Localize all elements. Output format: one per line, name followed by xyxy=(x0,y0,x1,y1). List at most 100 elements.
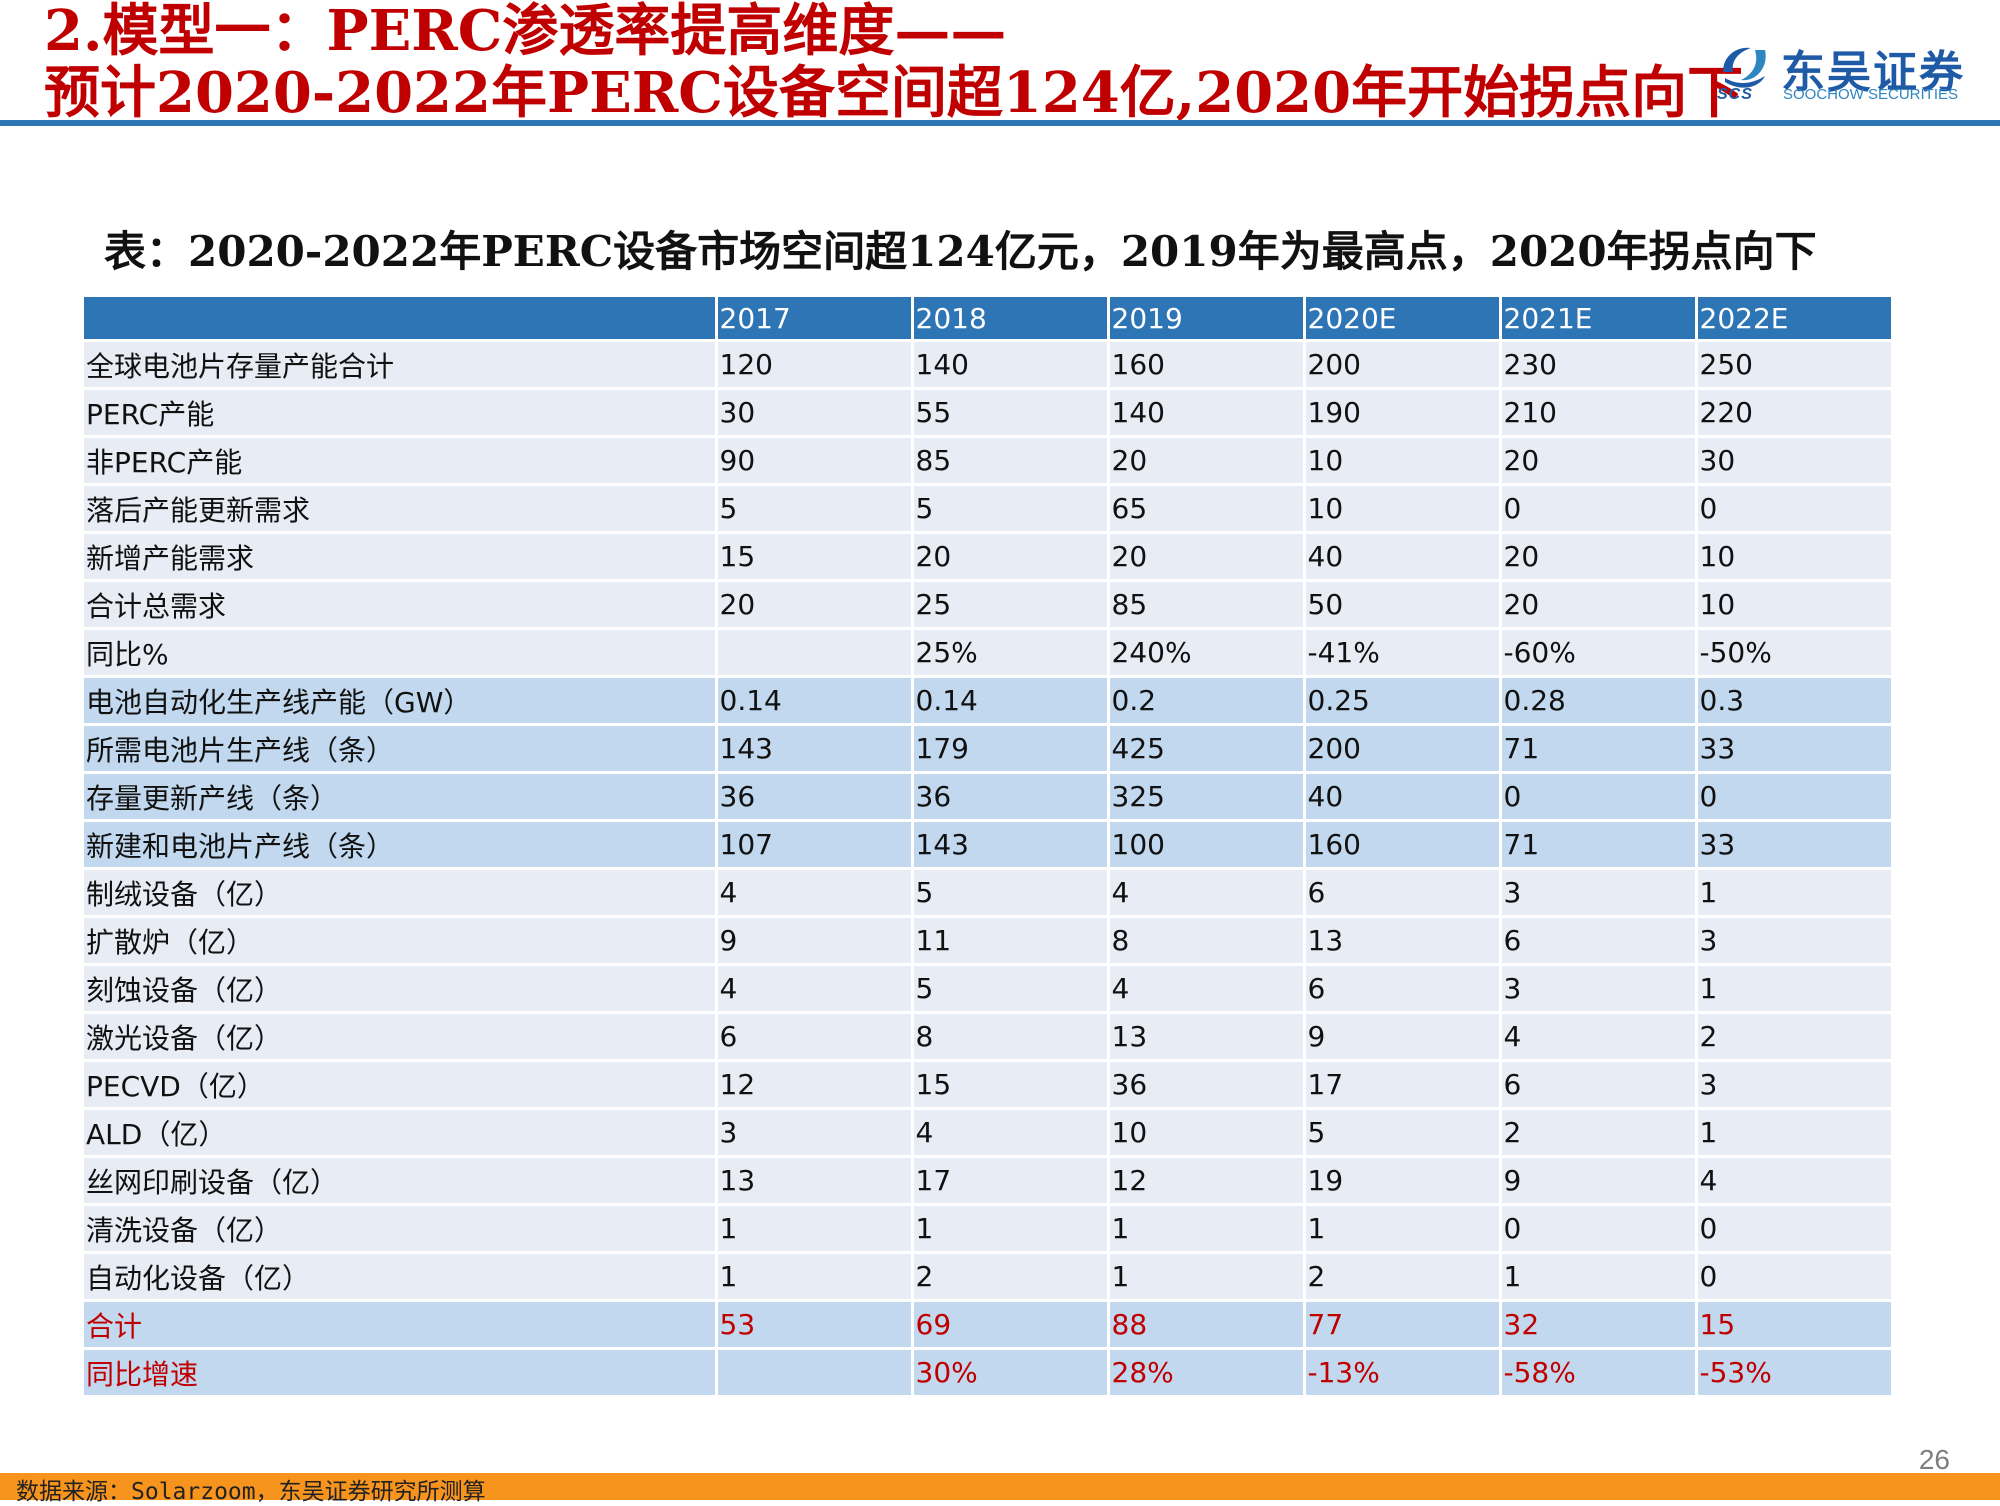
table-cell: 15 xyxy=(912,1060,1110,1110)
table-cell: 4 xyxy=(1500,1012,1698,1062)
table-cell: 5 xyxy=(912,484,1110,534)
table-cell: -50% xyxy=(1696,628,1894,678)
row-label: 所需电池片生产线（条） xyxy=(84,724,718,774)
table-cell: 36 xyxy=(912,772,1110,822)
table-cell: 20 xyxy=(912,532,1110,582)
row-label: 电池自动化生产线产能（GW） xyxy=(84,676,718,726)
table-header-year: 2017 xyxy=(716,297,914,342)
table-cell: 25 xyxy=(912,580,1110,630)
table-row: PERC产能 30 55 140 190 210 220 xyxy=(84,388,1894,438)
row-label: 清洗设备（亿） xyxy=(84,1204,718,1254)
table-cell: 10 xyxy=(1696,532,1894,582)
table-cell: 3 xyxy=(1696,916,1894,966)
table-cell: 1 xyxy=(716,1252,914,1302)
table-cell: 1 xyxy=(912,1204,1110,1254)
table-title: 表：2020-2022年PERC设备市场空间超124亿元，2019年为最高点，2… xyxy=(104,227,1817,276)
table-cell: 71 xyxy=(1500,820,1698,870)
row-label: PECVD（亿） xyxy=(84,1060,718,1110)
footer-source-note: 数据来源：Solarzoom，东吴证券研究所测算 xyxy=(16,1479,486,1505)
table-cell: 32 xyxy=(1500,1300,1698,1350)
table-cell: 0.2 xyxy=(1108,676,1306,726)
table-row: 同比增速 30% 28% -13% -58% -53% xyxy=(84,1348,1894,1398)
table-row: 同比% 25% 240% -41% -60% -50% xyxy=(84,628,1894,678)
table-cell: 325 xyxy=(1108,772,1306,822)
table-cell: 33 xyxy=(1696,724,1894,774)
table-row: 自动化设备（亿） 1 2 1 2 1 0 xyxy=(84,1252,1894,1302)
table-cell: 15 xyxy=(716,532,914,582)
table-cell: -58% xyxy=(1500,1348,1698,1398)
table-cell: 8 xyxy=(1108,916,1306,966)
table-cell: 1 xyxy=(1696,868,1894,918)
table-cell: 36 xyxy=(1108,1060,1306,1110)
row-label: 合计总需求 xyxy=(84,580,718,630)
table-cell: 33 xyxy=(1696,820,1894,870)
table-cell: 1 xyxy=(1500,1252,1698,1302)
table-cell: 28% xyxy=(1108,1348,1306,1398)
table-cell: 160 xyxy=(1108,340,1306,390)
row-label: 同比% xyxy=(84,628,718,678)
table-cell: 210 xyxy=(1500,388,1698,438)
table-cell: 85 xyxy=(912,436,1110,486)
table-cell: -53% xyxy=(1696,1348,1894,1398)
table-cell: 11 xyxy=(912,916,1110,966)
table-cell: 0 xyxy=(1500,1204,1698,1254)
table-cell: 6 xyxy=(1304,964,1502,1014)
perc-equipment-table: 2017 2018 2019 2020E 2021E 2022E 全球电池片存量产能合计 1… xyxy=(84,297,1894,1398)
table-row: ALD（亿） 3 4 10 5 2 1 xyxy=(84,1108,1894,1158)
row-label: 激光设备（亿） xyxy=(84,1012,718,1062)
table-cell: 0 xyxy=(1500,772,1698,822)
row-label: 制绒设备（亿） xyxy=(84,868,718,918)
table-cell: 4 xyxy=(1696,1156,1894,1206)
table-cell: 2 xyxy=(912,1252,1110,1302)
table-cell: 13 xyxy=(1304,916,1502,966)
table-row: 扩散炉（亿） 9 11 8 13 6 3 xyxy=(84,916,1894,966)
table-cell: 0 xyxy=(1696,1204,1894,1254)
table-cell: 0 xyxy=(1696,772,1894,822)
table-cell: 100 xyxy=(1108,820,1306,870)
row-label: 落后产能更新需求 xyxy=(84,484,718,534)
table-row: 合计 53 69 88 77 32 15 xyxy=(84,1300,1894,1350)
table-cell: 6 xyxy=(1500,916,1698,966)
table-cell: 17 xyxy=(912,1156,1110,1206)
table-header-year: 2020E xyxy=(1304,297,1502,342)
row-label: 丝网印刷设备（亿） xyxy=(84,1156,718,1206)
table-header-year: 2021E xyxy=(1500,297,1698,342)
table-cell: 25% xyxy=(912,628,1110,678)
table-body: 全球电池片存量产能合计 120 140 160 200 230 250 PERC产能 30 55 1… xyxy=(84,340,1894,1398)
table-cell: 5 xyxy=(912,868,1110,918)
row-label: 合计 xyxy=(84,1300,718,1350)
table-cell: 50 xyxy=(1304,580,1502,630)
company-name-en: SOOCHOW SECURITIES xyxy=(1783,86,1959,103)
table-row: 刻蚀设备（亿） 4 5 4 6 3 1 xyxy=(84,964,1894,1014)
table-header-blank xyxy=(84,297,718,342)
table-cell: 120 xyxy=(716,340,914,390)
company-logo-abbr: SCS xyxy=(1717,86,1753,103)
table-cell: 160 xyxy=(1304,820,1502,870)
table-cell: 20 xyxy=(1108,436,1306,486)
table-cell: 10 xyxy=(1108,1108,1306,1158)
table-cell: 30 xyxy=(716,388,914,438)
table-cell: 6 xyxy=(1500,1060,1698,1110)
page-number: 26 xyxy=(1918,1444,1950,1475)
table-cell: 30 xyxy=(1696,436,1894,486)
table-cell: 65 xyxy=(1108,484,1306,534)
header-divider xyxy=(0,120,2000,126)
table-row: 落后产能更新需求 5 5 65 10 0 0 xyxy=(84,484,1894,534)
table-cell: 2 xyxy=(1500,1108,1698,1158)
table-cell: 4 xyxy=(1108,868,1306,918)
table-cell: 5 xyxy=(716,484,914,534)
table-row: 非PERC产能 90 85 20 10 20 30 xyxy=(84,436,1894,486)
table-cell: 1 xyxy=(716,1204,914,1254)
row-label: 非PERC产能 xyxy=(84,436,718,486)
table-row: 制绒设备（亿） 4 5 4 6 3 1 xyxy=(84,868,1894,918)
table-row: 丝网印刷设备（亿） 13 17 12 19 9 4 xyxy=(84,1156,1894,1206)
table-cell: 36 xyxy=(716,772,914,822)
table-cell: 190 xyxy=(1304,388,1502,438)
page-title-line-2: 预计2020-2022年PERC设备空间超124亿,2020年开始拐点向下 xyxy=(44,60,1744,126)
table-cell: 0.14 xyxy=(716,676,914,726)
table-cell: 20 xyxy=(1108,532,1306,582)
table-cell: 425 xyxy=(1108,724,1306,774)
table-cell: 0.25 xyxy=(1304,676,1502,726)
table-row: 存量更新产线（条） 36 36 325 40 0 0 xyxy=(84,772,1894,822)
table-cell: 6 xyxy=(716,1012,914,1062)
